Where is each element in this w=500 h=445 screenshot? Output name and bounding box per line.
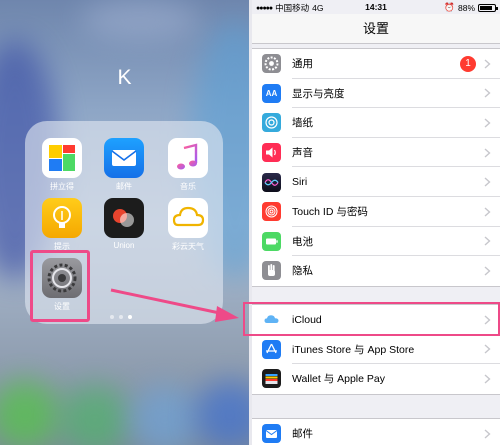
chevron-right-icon — [484, 118, 491, 128]
row-label: 通用 — [292, 58, 313, 71]
row-label: 显示与亮度 — [292, 87, 345, 100]
chevron-right-icon — [484, 207, 491, 217]
row-label: Siri — [292, 176, 308, 189]
app-label: 邮件 — [116, 182, 132, 191]
app-label: Union — [113, 241, 135, 250]
settings-group-general: 通用 1 AA 显示与亮度 墙纸 声音 Siri Touch ID 与密码 电池… — [252, 48, 500, 287]
battery-icon — [478, 3, 498, 12]
mail-icon — [262, 424, 281, 444]
settings-row-battery[interactable]: 电池 — [252, 227, 500, 257]
status-bar: ●●●●● 中国移动 4G 14:31 ⏰ 88% — [252, 0, 500, 14]
home-screen: K 拼立得 邮件 音乐 提示 Union 彩云天气 设置 — [0, 0, 249, 445]
row-label: 声音 — [292, 147, 313, 160]
wallet-icon — [262, 369, 281, 389]
row-label: Touch ID 与密码 — [292, 206, 368, 219]
settings-row-app-store[interactable]: iTunes Store 与 App Store — [252, 335, 500, 365]
app-label: 音乐 — [180, 182, 196, 191]
union-icon — [104, 198, 144, 238]
chevron-right-icon — [484, 148, 491, 158]
text-size-icon: AA — [262, 83, 281, 103]
app-label: 彩云天气 — [172, 242, 204, 251]
settings-row-touch-id[interactable]: Touch ID 与密码 — [252, 197, 500, 227]
collage-icon — [42, 138, 82, 178]
row-label: 隐私 — [292, 265, 313, 278]
row-label: 墙纸 — [292, 117, 313, 130]
chevron-right-icon — [484, 374, 491, 384]
app-mail[interactable]: 邮件 — [102, 138, 146, 192]
status-right: ⏰ 88% — [444, 2, 498, 13]
settings-row-mail[interactable]: 邮件 — [252, 419, 500, 445]
row-label: 电池 — [292, 235, 313, 248]
dock-app-blur — [195, 380, 249, 445]
cloud-icon — [168, 198, 208, 238]
row-label: 邮件 — [292, 428, 313, 441]
settings-screen: ●●●●● 中国移动 4G 14:31 ⏰ 88% 设置 通用 1 AA 显示与… — [252, 0, 500, 445]
chevron-right-icon — [484, 236, 491, 246]
app-store-icon — [262, 339, 281, 359]
chevron-right-icon — [484, 266, 491, 276]
music-note-icon — [168, 138, 208, 178]
speaker-icon — [262, 143, 281, 163]
settings-row-siri[interactable]: Siri — [252, 167, 500, 197]
siri-icon — [262, 172, 281, 192]
settings-row-wallet[interactable]: Wallet 与 Apple Pay — [252, 364, 500, 394]
settings-row-sounds[interactable]: 声音 — [252, 138, 500, 168]
chevron-right-icon — [484, 344, 491, 354]
dock-app-blur — [130, 385, 200, 445]
battery-icon — [262, 231, 281, 251]
gear-icon — [262, 54, 281, 74]
wallpaper-blob — [80, 0, 200, 40]
app-music[interactable]: 音乐 — [166, 138, 210, 192]
battery-level — [480, 5, 493, 10]
page-title: 设置 — [362, 21, 389, 36]
chevron-right-icon — [484, 429, 491, 439]
flower-icon — [262, 113, 281, 133]
settings-row-general[interactable]: 通用 1 — [252, 49, 500, 79]
settings-row-display[interactable]: AA 显示与亮度 — [252, 79, 500, 109]
dock-app-blur — [0, 380, 60, 445]
notification-badge: 1 — [460, 55, 476, 72]
app-tips[interactable]: 提示 — [40, 198, 84, 252]
app-label: 拼立得 — [50, 182, 74, 191]
settings-row-wallpaper[interactable]: 墙纸 — [252, 108, 500, 138]
app-weather[interactable]: 彩云天气 — [166, 198, 210, 252]
arrow-annotation — [110, 288, 239, 322]
screenshot-root: K 拼立得 邮件 音乐 提示 Union 彩云天气 设置 ●●●●● 中国移动 … — [0, 0, 500, 445]
chevron-right-icon — [484, 177, 491, 187]
chevron-right-icon — [484, 88, 491, 98]
icloud-highlight-box — [243, 302, 500, 336]
mail-icon — [104, 138, 144, 178]
row-label: iTunes Store 与 App Store — [292, 343, 415, 356]
battery-percent: 88% — [457, 2, 475, 13]
settings-group-apps: 邮件 — [252, 418, 500, 445]
dock-app-blur — [60, 385, 130, 445]
row-label: Wallet 与 Apple Pay — [292, 373, 385, 386]
navigation-bar: 设置 — [252, 14, 500, 44]
fingerprint-icon — [262, 202, 281, 222]
settings-row-privacy[interactable]: 隐私 — [252, 256, 500, 286]
folder-title[interactable]: K — [0, 66, 249, 90]
hand-icon — [262, 261, 281, 281]
app-union[interactable]: Union — [102, 198, 146, 250]
app-collage[interactable]: 拼立得 — [40, 138, 84, 192]
chevron-right-icon — [484, 59, 491, 69]
settings-highlight-box — [30, 250, 90, 322]
alarm-icon: ⏰ — [444, 2, 455, 12]
lightbulb-icon — [42, 198, 82, 238]
